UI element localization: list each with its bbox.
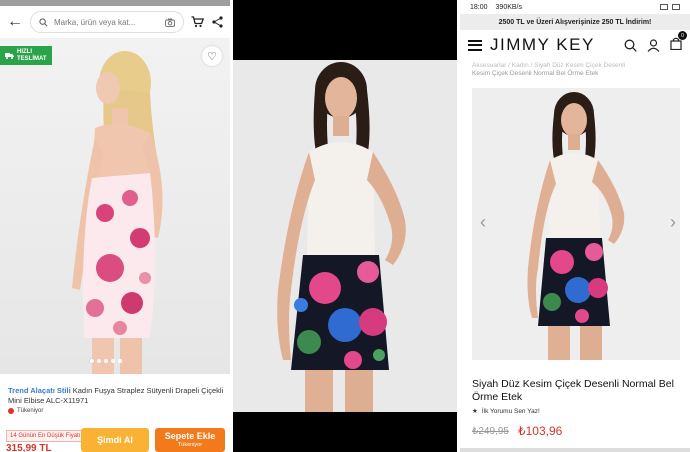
breadcrumb-line2[interactable]: Kesim Çiçek Desenli Normal Bel Örme Etek	[472, 70, 678, 78]
search-icon[interactable]	[624, 39, 637, 52]
chevron-left-icon[interactable]: ‹	[480, 212, 486, 233]
pager-dot[interactable]	[104, 359, 108, 363]
pager-dot[interactable]	[118, 359, 122, 363]
site-header: JIMMY KEY 0	[460, 30, 690, 60]
stock-dot-icon	[8, 408, 14, 414]
status-speed: 390KB/s	[495, 3, 522, 11]
search-header: ← Marka, ürün veya kat...	[0, 6, 230, 38]
product-gallery-image[interactable]	[472, 88, 680, 360]
price: 315,99 TL	[6, 443, 52, 452]
badge-line1: HIZLI	[17, 49, 32, 55]
search-placeholder: Marka, ürün veya kat...	[54, 17, 136, 27]
status-bar: 18:00 390KB/s	[460, 0, 690, 14]
pager-dot[interactable]	[90, 359, 94, 363]
full-image-viewer	[233, 0, 457, 452]
truck-icon	[5, 53, 14, 60]
add-to-cart-button[interactable]: Sepete Ekle Tükeniyor	[155, 428, 225, 452]
old-price: ₺249,95	[472, 426, 509, 437]
share-icon[interactable]	[210, 15, 224, 29]
viewer-product-photo[interactable]	[233, 60, 457, 412]
bag-icon[interactable]: 0	[670, 31, 687, 53]
cart-count: 0	[678, 31, 687, 40]
badge-line2: TESLİMAT	[17, 55, 47, 62]
write-review-link[interactable]: ★ İlk Yorumu Sen Yaz!	[472, 407, 540, 416]
site-logo[interactable]: JIMMY KEY	[490, 35, 595, 55]
product-photo[interactable]: HIZLI TESLİMAT ♡	[0, 38, 230, 374]
model-skirt-illustration	[277, 62, 406, 412]
camera-icon[interactable]	[165, 18, 175, 27]
trendyol-product-panel: ← Marka, ürün veya kat... HIZLI TESLİMAT…	[0, 0, 230, 452]
jimmykey-product-panel: 18:00 390KB/s 2500 TL ve Üzeri Alışveriş…	[460, 0, 690, 452]
model-skirt-illustration	[527, 92, 625, 360]
cart-icon[interactable]	[190, 15, 204, 29]
status-icons	[660, 4, 680, 10]
lowest-price-badge: 14 Günün En Düşük Fiyatı	[6, 430, 85, 442]
model-illustration	[72, 51, 163, 374]
bottom-divider	[460, 448, 690, 452]
stock-status: Tükeniyor	[8, 408, 43, 414]
star-icon: ★	[472, 408, 478, 415]
sale-price: ₺103,96	[518, 424, 563, 438]
review-text: İlk Yorumu Sen Yaz!	[481, 407, 540, 415]
menu-icon[interactable]	[468, 39, 482, 51]
add-to-cart-label: Sepete Ekle	[164, 431, 216, 442]
product-title: Trend Alaçatı Stili Kadın Fuşya Straplez…	[8, 386, 224, 406]
signal-icon	[660, 4, 668, 10]
back-arrow-icon[interactable]: ←	[6, 13, 24, 31]
search-input[interactable]: Marka, ürün veya kat...	[30, 11, 184, 33]
pager-dot[interactable]	[111, 359, 115, 363]
chevron-right-icon[interactable]: ›	[670, 212, 676, 233]
buy-now-button[interactable]: Şimdi Al	[81, 428, 149, 452]
product-name: Siyah Düz Kesim Çiçek Desenli Normal Bel…	[472, 378, 674, 404]
header-icons: 0	[624, 31, 687, 53]
fast-delivery-badge: HIZLI TESLİMAT	[0, 46, 52, 66]
breadcrumb: Aksesuarlar / Kadın / Siyah Düz Kesim Çi…	[460, 60, 690, 82]
brand-link[interactable]: Trend Alaçatı Stili	[8, 386, 71, 395]
promo-banner[interactable]: 2500 TL ve Üzeri Alışverişinize 250 TL İ…	[460, 14, 690, 30]
pager-dot[interactable]	[97, 359, 101, 363]
user-icon[interactable]	[647, 38, 660, 52]
stock-status-text: Tükeniyor	[17, 408, 44, 414]
search-icon	[39, 17, 48, 26]
add-to-cart-sub: Tükeniyor	[177, 441, 203, 448]
heart-icon[interactable]: ♡	[202, 46, 222, 66]
battery-icon	[672, 4, 680, 10]
image-pager-dots[interactable]	[90, 359, 122, 363]
status-time: 18:00	[470, 3, 488, 11]
